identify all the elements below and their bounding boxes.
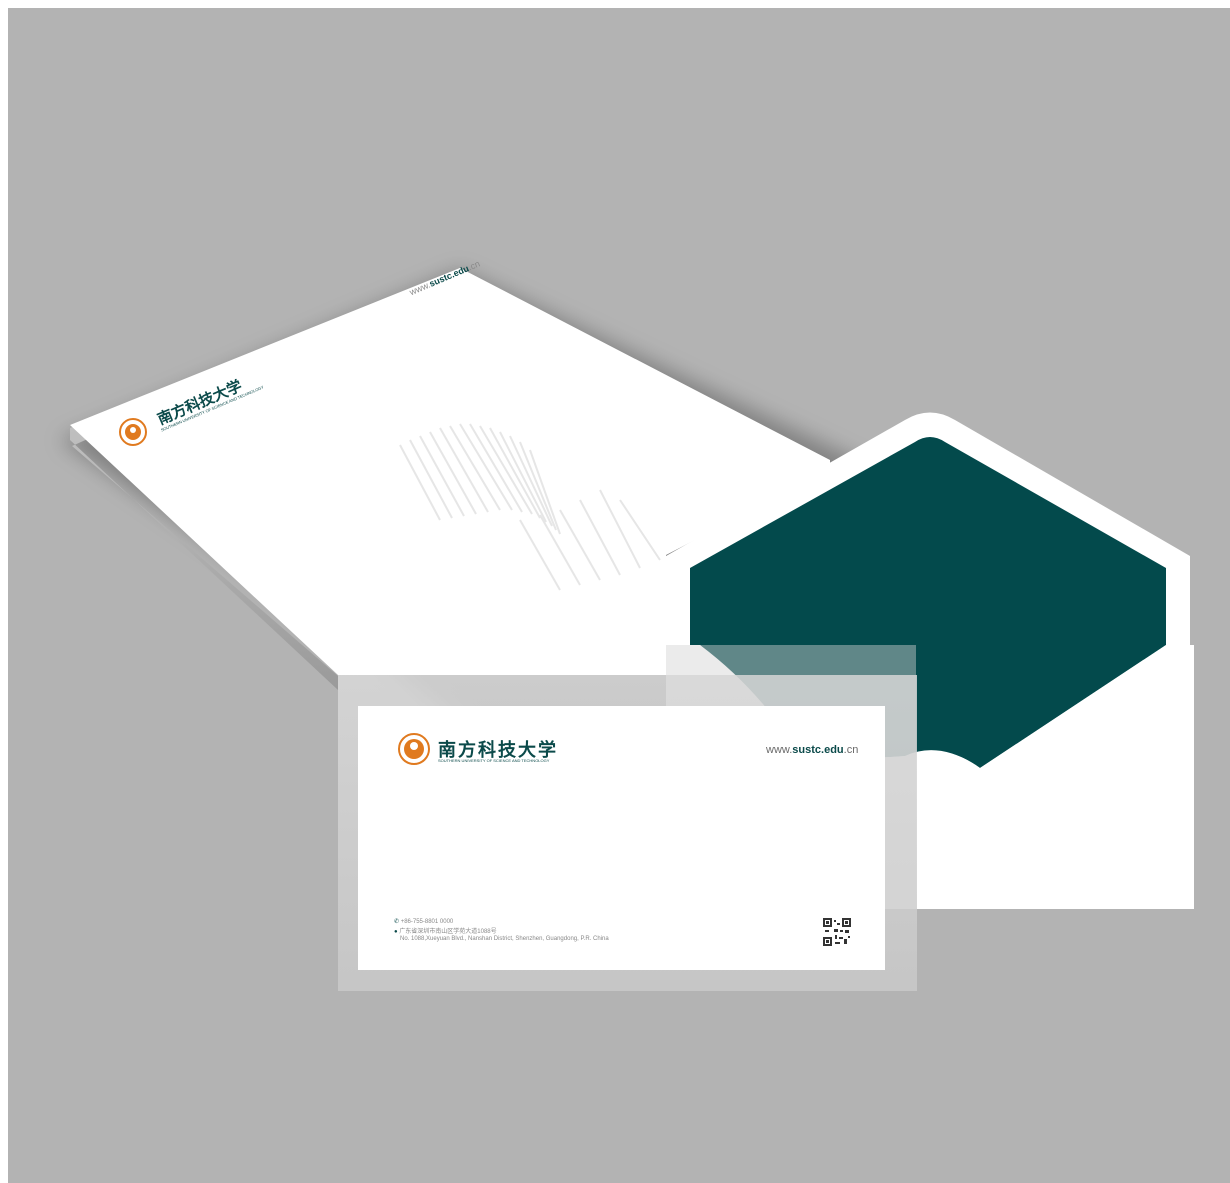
envelope-website-domain: sustc.edu xyxy=(792,744,844,756)
envelope-website-suffix: .cn xyxy=(843,744,859,756)
envelope-address-cn: 广东省深圳市南山区学苑大道1088号 xyxy=(399,929,497,935)
envelope-website: www.sustc.edu.cn xyxy=(766,744,858,756)
letterhead-seal-logo xyxy=(119,418,147,446)
envelope-address-en: No. 1088,Xueyuan Blvd., Nanshan District… xyxy=(400,936,609,942)
envelope-name-en: SOUTHERN UNIVERSITY OF SCIENCE AND TECHN… xyxy=(438,758,550,763)
envelope-phone: +86-755-8801 0000 xyxy=(400,919,454,925)
envelope-address-row: ● 广东省深圳市南山区学苑大道1088号 No. 1088,Xueyuan Bl… xyxy=(394,929,609,943)
location-pin-icon: ● xyxy=(394,929,398,935)
envelope-seal-logo xyxy=(398,733,430,765)
envelope-phone-row: ✆ +86-755-8801 0000 xyxy=(394,918,453,925)
qr-code xyxy=(823,918,851,946)
envelope-website-prefix: www. xyxy=(766,744,793,756)
stationery-scene xyxy=(60,268,1194,991)
phone-icon: ✆ xyxy=(394,919,400,925)
